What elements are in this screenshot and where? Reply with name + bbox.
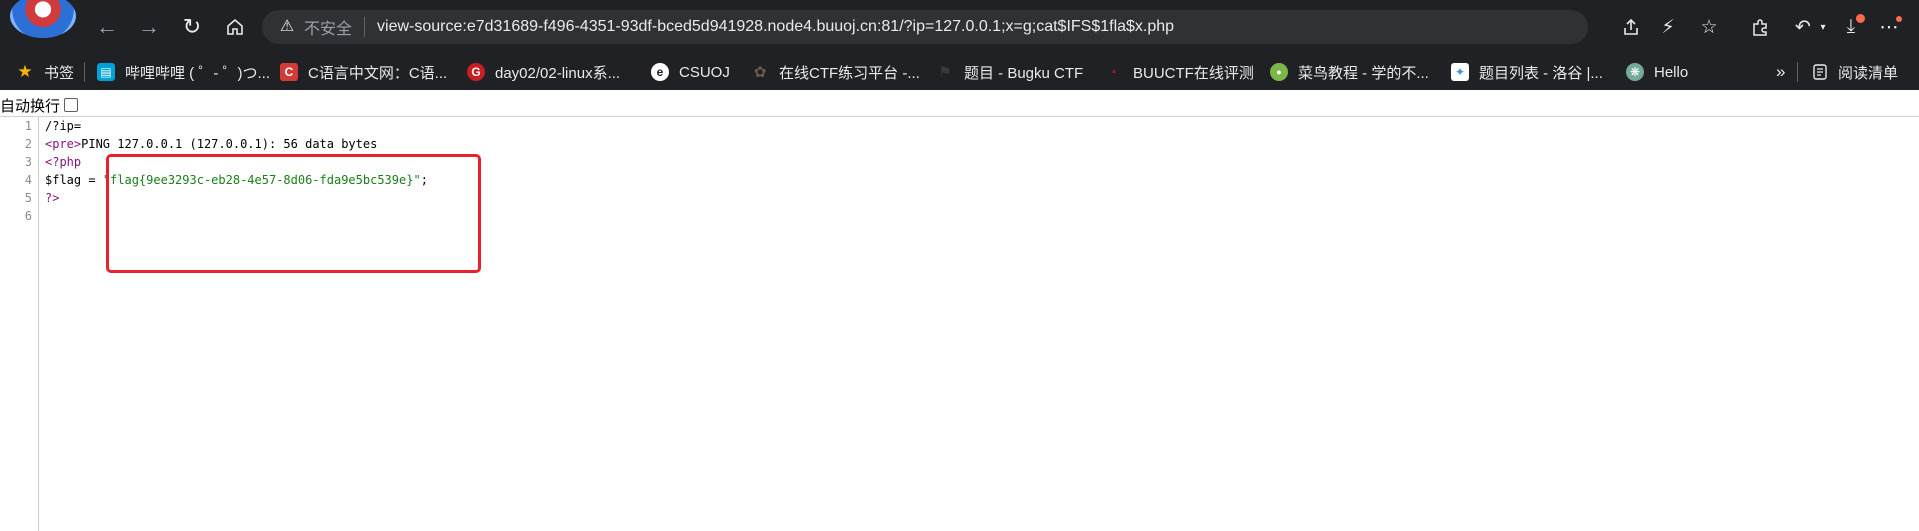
home-icon [227,18,243,35]
forward-arrow-icon: → [138,14,160,39]
address-bar[interactable]: ⚠ 不安全 view-source:e7d31689-f496-4351-93d… [262,10,1588,44]
bookmark-label: 题目 - Bugku CTF [964,64,1084,82]
profile-avatar[interactable] [10,0,76,38]
flag-variable: $flag = [45,173,103,187]
more-bookmarks-label: » [1776,62,1786,81]
home-button[interactable] [220,12,250,42]
csuoj-icon: e [651,63,669,81]
more-menu-button[interactable]: ⋯ [1874,12,1904,42]
undo-menu-button[interactable]: ▾ [1808,12,1838,42]
bookmark-item[interactable]: ▤ 哔哩哔哩 ( ゜- ゜)つ... [97,54,270,90]
php-open-tag: <?php [45,155,82,169]
line-number-gutter: 1 2 3 4 5 6 [0,117,39,531]
bookmark-item[interactable]: G day02/02-linux系... [467,54,620,90]
line-number: 5 [24,191,32,205]
c-icon: C [280,63,298,81]
php-close-tag: ?> [45,191,60,205]
forward-button[interactable]: → [134,12,164,42]
warning-icon: ⚠ [279,18,295,35]
chevron-down-icon: ▾ [1820,21,1826,33]
share-icon [1624,18,1638,35]
line-wrap-checkbox[interactable] [64,98,79,112]
browser-toolbar: ← → ↻ ⚠ 不安全 view-source:e7d31689-f496-43… [0,0,1919,54]
code-text: PING 127.0.0.1 (127.0.0.1): 56 data byte… [81,137,378,151]
bookmark-item[interactable]: e CSUOJ [651,54,730,90]
more-bookmarks-button[interactable]: » [1776,54,1785,90]
bookmark-label: 菜鸟教程 - 学的不... [1298,64,1429,82]
reading-list-label: 阅读清单 [1838,64,1899,82]
flag-highlight-box [106,154,481,273]
gitee-icon: G [467,63,485,81]
flag-icon: ⚑ [938,64,952,81]
line-wrap-control: 自动换行 [0,94,79,116]
bookmark-item[interactable]: ✿ 在线CTF练习平台 -... [751,54,920,90]
bookmark-label: 在线CTF练习平台 -... [779,64,920,82]
bookmark-item[interactable]: ✦ 题目列表 - 洛谷 |... [1451,54,1603,90]
bookmarks-bar: ★ 书签 ▤ 哔哩哔哩 ( ゜- ゜)つ... C C语言中文网：C语... G… [0,54,1919,90]
bookmark-label: BUUCTF在线评测 [1133,64,1254,82]
bookmark-folder[interactable]: ★ 书签 [16,54,74,90]
download-icon: ⤓ [1846,16,1856,37]
reload-icon: ↻ [182,14,202,39]
line-number: 6 [24,209,32,223]
reload-button[interactable]: ↻ [177,12,207,42]
puzzle-icon [1753,19,1767,36]
runoob-icon: ● [1270,63,1288,81]
bookmark-label: 题目列表 - 洛谷 |... [1479,64,1603,82]
code-text: /?ip= [45,119,82,133]
bookmark-label: C语言中文网：C语... [308,64,448,82]
ctf-icon: ✿ [753,64,767,81]
line-number: 4 [24,173,32,187]
notification-dot-small [1896,16,1902,22]
performance-button[interactable]: ⚡ [1653,12,1683,42]
bilibili-icon: ▤ [97,63,115,81]
notification-dot [1856,14,1865,23]
url-text[interactable]: view-source:e7d31689-f496-4351-93df-bced… [377,18,1174,36]
star-outline-icon: ☆ [1700,16,1718,38]
bookmark-label: CSUOJ [679,63,730,81]
extensions-button[interactable] [1745,12,1775,42]
bookmark-separator [84,62,85,82]
line-wrap-label: 自动换行 [0,97,61,115]
omnibox-separator [364,17,366,37]
back-button[interactable]: ← [92,12,122,42]
bookmark-label: 哔哩哔哩 ( ゜- ゜)つ... [125,64,270,82]
code-line: /?ip= [45,117,428,135]
luogu-icon: ✦ [1451,63,1469,81]
pre-tag: <pre> [45,137,82,151]
favorite-button[interactable]: ☆ [1694,12,1724,42]
bookmark-label: Hello [1654,63,1689,81]
code-line: <pre>PING 127.0.0.1 (127.0.0.1): 56 data… [45,135,428,153]
bookmark-item[interactable]: ⚑ 题目 - Bugku CTF [936,54,1083,90]
line-number: 3 [24,155,32,169]
bookmark-item[interactable]: ● 菜鸟教程 - 学的不... [1270,54,1429,90]
line-number: 1 [24,119,32,133]
lightning-icon: ⚡ [1661,16,1675,38]
line-number: 2 [24,137,32,151]
downloads-button[interactable]: ⤓ [1836,12,1866,42]
chatgpt-icon: ❋ [1626,63,1644,81]
bookmark-label: 书签 [44,64,75,82]
bookmark-item[interactable]: ❋ Hello [1626,54,1688,90]
insecure-label: 不安全 [304,21,353,38]
buuctf-icon: ▪ [1112,66,1116,78]
back-arrow-icon: ← [96,14,118,39]
bookmark-label: day02/02-linux系... [495,64,621,82]
bookmark-separator [1797,62,1798,82]
star-icon: ★ [17,62,33,81]
reading-list-icon [1813,64,1827,80]
reading-list-button[interactable]: 阅读清单 [1812,54,1898,90]
bookmark-item[interactable]: C C语言中文网：C语... [280,54,447,90]
share-button[interactable] [1616,12,1646,42]
bookmark-item[interactable]: ▪ BUUCTF在线评测 [1105,54,1254,90]
